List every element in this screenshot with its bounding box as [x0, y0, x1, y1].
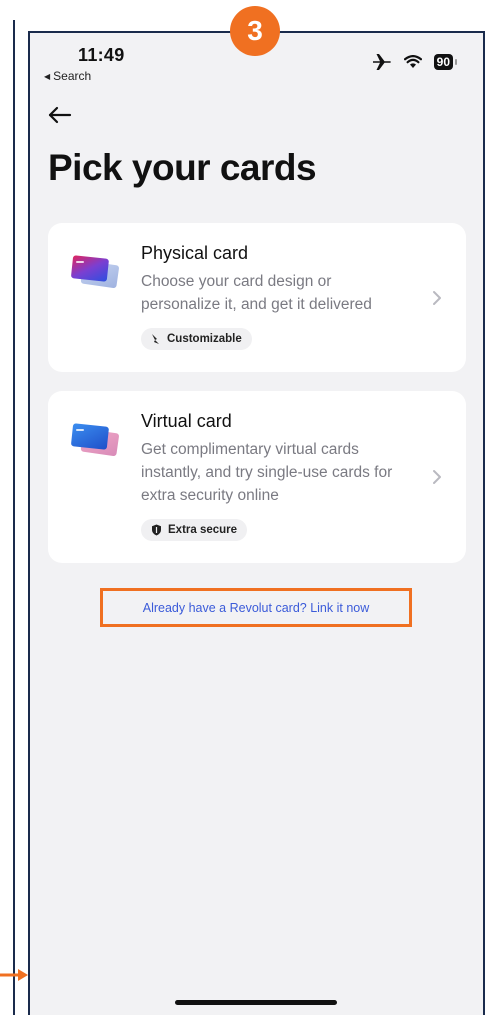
home-indicator[interactable] — [175, 1000, 337, 1005]
chevron-right-icon — [433, 470, 441, 484]
back-to-app-link[interactable]: ◀ Search — [44, 69, 91, 83]
frame-rail — [13, 20, 15, 1015]
virtual-card-body: Virtual card Get complimentary virtual c… — [141, 411, 411, 541]
arrow-icon — [0, 969, 28, 981]
virtual-card-title: Virtual card — [141, 411, 232, 431]
link-existing-card-highlight: Already have a Revolut card? Link it now — [100, 588, 412, 627]
chevron-right-icon — [433, 291, 441, 305]
phone-screen: 11:49 ◀ Search 90 Pick your cards Physic… — [28, 31, 485, 1015]
brush-icon — [152, 334, 159, 344]
virtual-card-option[interactable]: Virtual card Get complimentary virtual c… — [48, 391, 466, 563]
wifi-icon — [403, 55, 422, 68]
physical-card-option[interactable]: Physical card Choose your card design or… — [48, 223, 466, 372]
airplane-icon — [372, 54, 391, 70]
virtual-card-description: Get complimentary virtual cards instantl… — [141, 441, 393, 504]
extra-secure-badge: Extra secure — [141, 519, 248, 541]
physical-card-body: Physical card Choose your card design or… — [141, 243, 411, 350]
back-arrow-icon[interactable] — [46, 103, 74, 127]
link-existing-card-link[interactable]: Already have a Revolut card? Link it now — [143, 601, 370, 615]
shield-icon — [152, 524, 161, 536]
step-badge: 3 — [230, 6, 280, 56]
customizable-badge-label: Customizable — [167, 333, 242, 345]
extra-secure-badge-label: Extra secure — [168, 524, 238, 536]
physical-card-title: Physical card — [141, 243, 249, 263]
physical-card-description: Choose your card design or personalize i… — [141, 273, 372, 313]
virtual-card-image — [71, 423, 119, 457]
back-triangle-icon: ◀ — [44, 71, 51, 81]
back-app-label: Search — [53, 69, 92, 83]
status-icons: 90 — [372, 53, 458, 71]
customizable-badge: Customizable — [141, 328, 252, 350]
page-title: Pick your cards — [48, 147, 317, 188]
battery-indicator: 90 — [433, 54, 458, 70]
status-time: 11:49 — [78, 45, 125, 65]
physical-card-image — [71, 255, 119, 289]
